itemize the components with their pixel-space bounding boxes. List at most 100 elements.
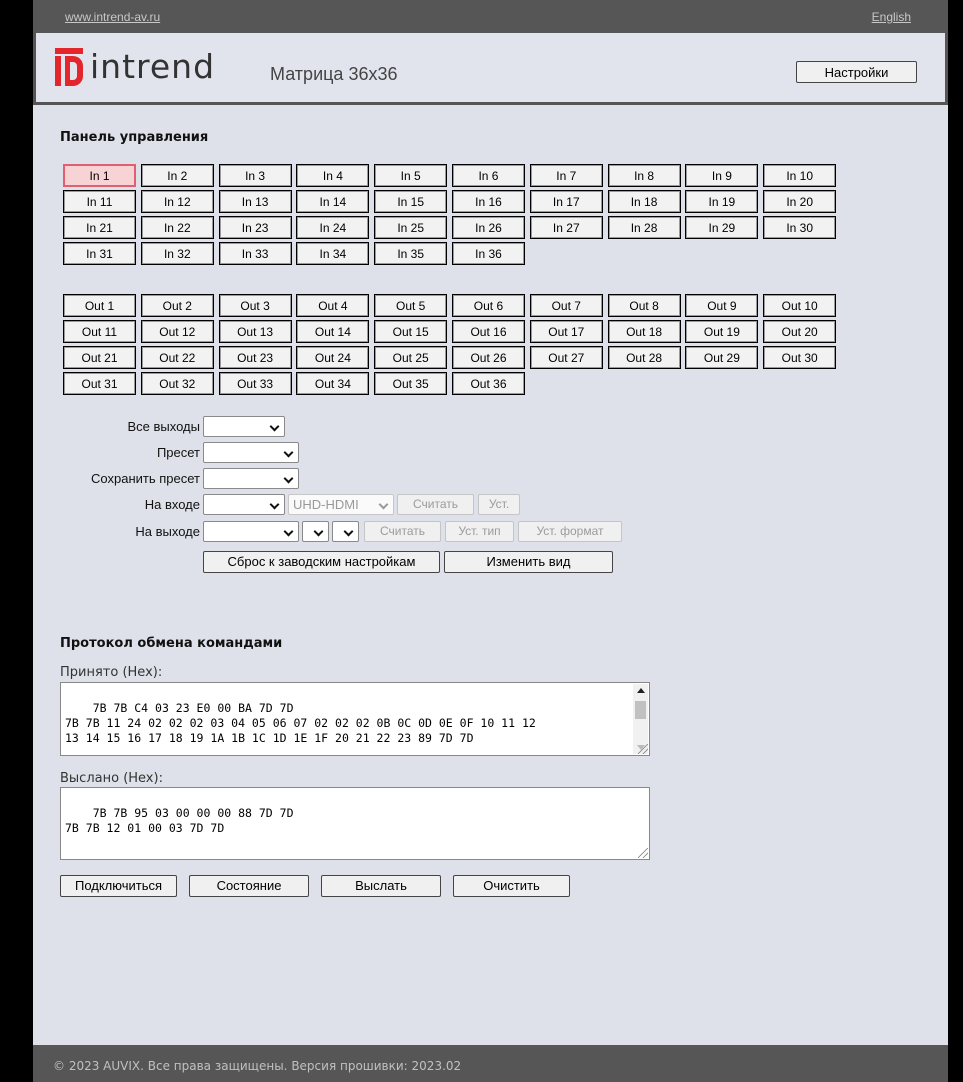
connect-button[interactable]: Подключиться <box>60 875 177 897</box>
output-button-14[interactable]: Out 14 <box>296 320 370 343</box>
output-type-select[interactable] <box>302 521 329 542</box>
input-button-27[interactable]: In 27 <box>529 216 603 239</box>
status-button[interactable]: Состояние <box>189 875 309 897</box>
input-button-9[interactable]: In 9 <box>685 164 759 187</box>
output-button-28[interactable]: Out 28 <box>607 346 681 369</box>
clear-button[interactable]: Очистить <box>453 875 570 897</box>
output-button-7[interactable]: Out 7 <box>529 294 603 317</box>
output-button-9[interactable]: Out 9 <box>685 294 759 317</box>
input-button-10[interactable]: In 10 <box>763 164 837 187</box>
input-button-35[interactable]: In 35 <box>374 242 448 265</box>
output-number-select[interactable] <box>203 521 299 542</box>
input-button-21[interactable]: In 21 <box>63 216 136 239</box>
output-button-18[interactable]: Out 18 <box>607 320 681 343</box>
input-button-6[interactable]: In 6 <box>451 164 525 187</box>
input-button-29[interactable]: In 29 <box>685 216 759 239</box>
output-button-11[interactable]: Out 11 <box>63 320 136 343</box>
output-button-23[interactable]: Out 23 <box>218 346 292 369</box>
input-button-31[interactable]: In 31 <box>63 242 136 265</box>
output-button-2[interactable]: Out 2 <box>140 294 214 317</box>
output-button-12[interactable]: Out 12 <box>140 320 214 343</box>
output-button-19[interactable]: Out 19 <box>685 320 759 343</box>
output-button-24[interactable]: Out 24 <box>296 346 370 369</box>
output-button-30[interactable]: Out 30 <box>763 346 837 369</box>
resize-grip-icon[interactable] <box>638 744 648 754</box>
save-preset-select[interactable] <box>203 468 299 489</box>
output-button-36[interactable]: Out 36 <box>451 372 525 395</box>
input-button-3[interactable]: In 3 <box>218 164 292 187</box>
output-button-29[interactable]: Out 29 <box>685 346 759 369</box>
input-button-18[interactable]: In 18 <box>607 190 681 213</box>
output-button-20[interactable]: Out 20 <box>763 320 837 343</box>
input-button-15[interactable]: In 15 <box>374 190 448 213</box>
input-button-12[interactable]: In 12 <box>140 190 214 213</box>
site-link[interactable]: www.intrend-av.ru <box>65 10 160 24</box>
input-button-4[interactable]: In 4 <box>296 164 370 187</box>
output-read-button[interactable]: Считать <box>364 521 441 542</box>
input-button-5[interactable]: In 5 <box>374 164 448 187</box>
input-button-20[interactable]: In 20 <box>763 190 837 213</box>
output-button-10[interactable]: Out 10 <box>763 294 837 317</box>
factory-reset-button[interactable]: Сброс к заводским настройкам <box>203 551 440 573</box>
input-button-16[interactable]: In 16 <box>451 190 525 213</box>
input-button-1[interactable]: In 1 <box>63 164 136 187</box>
input-button-33[interactable]: In 33 <box>218 242 292 265</box>
input-button-17[interactable]: In 17 <box>529 190 603 213</box>
output-button-34[interactable]: Out 34 <box>296 372 370 395</box>
input-button-7[interactable]: In 7 <box>529 164 603 187</box>
settings-button[interactable]: Настройки <box>796 61 917 83</box>
output-button-22[interactable]: Out 22 <box>140 346 214 369</box>
input-button-32[interactable]: In 32 <box>140 242 214 265</box>
output-button-16[interactable]: Out 16 <box>451 320 525 343</box>
input-button-8[interactable]: In 8 <box>607 164 681 187</box>
output-button-35[interactable]: Out 35 <box>374 372 448 395</box>
input-format-select[interactable]: UHD-HDMI <box>288 494 394 515</box>
output-button-3[interactable]: Out 3 <box>218 294 292 317</box>
output-button-33[interactable]: Out 33 <box>218 372 292 395</box>
output-button-26[interactable]: Out 26 <box>451 346 525 369</box>
input-button-14[interactable]: In 14 <box>296 190 370 213</box>
input-read-button[interactable]: Считать <box>397 494 474 515</box>
change-view-button[interactable]: Изменить вид <box>444 551 613 573</box>
preset-select[interactable] <box>203 442 299 463</box>
output-button-5[interactable]: Out 5 <box>374 294 448 317</box>
input-button-25[interactable]: In 25 <box>374 216 448 239</box>
input-button-11[interactable]: In 11 <box>63 190 136 213</box>
received-log[interactable]: 7B 7B C4 03 23 E0 00 BA 7D 7D 7B 7B 11 2… <box>60 682 650 756</box>
input-button-26[interactable]: In 26 <box>451 216 525 239</box>
input-button-28[interactable]: In 28 <box>607 216 681 239</box>
resize-grip-icon[interactable] <box>638 848 648 858</box>
set-format-button[interactable]: Уст. формат <box>518 521 622 542</box>
set-type-button[interactable]: Уст. тип <box>445 521 514 542</box>
input-button-13[interactable]: In 13 <box>218 190 292 213</box>
input-button-22[interactable]: In 22 <box>140 216 214 239</box>
output-button-32[interactable]: Out 32 <box>140 372 214 395</box>
input-button-23[interactable]: In 23 <box>218 216 292 239</box>
output-button-21[interactable]: Out 21 <box>63 346 136 369</box>
input-number-select[interactable] <box>203 494 285 515</box>
output-button-13[interactable]: Out 13 <box>218 320 292 343</box>
input-button-19[interactable]: In 19 <box>685 190 759 213</box>
output-button-6[interactable]: Out 6 <box>451 294 525 317</box>
output-button-25[interactable]: Out 25 <box>374 346 448 369</box>
language-link[interactable]: English <box>872 10 911 24</box>
output-button-1[interactable]: Out 1 <box>63 294 136 317</box>
sent-log[interactable]: 7B 7B 95 03 00 00 00 88 7D 7D 7B 7B 12 0… <box>60 787 650 860</box>
send-button[interactable]: Выслать <box>321 875 441 897</box>
scroll-thumb[interactable] <box>635 701 646 719</box>
output-button-15[interactable]: Out 15 <box>374 320 448 343</box>
input-button-34[interactable]: In 34 <box>296 242 370 265</box>
output-button-8[interactable]: Out 8 <box>607 294 681 317</box>
input-set-button[interactable]: Уст. <box>478 494 520 515</box>
all-outputs-select[interactable] <box>203 416 285 437</box>
input-button-30[interactable]: In 30 <box>763 216 837 239</box>
input-button-2[interactable]: In 2 <box>140 164 214 187</box>
output-button-4[interactable]: Out 4 <box>296 294 370 317</box>
input-button-36[interactable]: In 36 <box>451 242 525 265</box>
input-row: In 11 In 12 In 13 In 14 In 15 In 16 In 17 In 18… <box>63 190 843 213</box>
output-button-27[interactable]: Out 27 <box>529 346 603 369</box>
output-button-31[interactable]: Out 31 <box>63 372 136 395</box>
output-button-17[interactable]: Out 17 <box>529 320 603 343</box>
output-format-select[interactable] <box>332 521 359 542</box>
input-button-24[interactable]: In 24 <box>296 216 370 239</box>
